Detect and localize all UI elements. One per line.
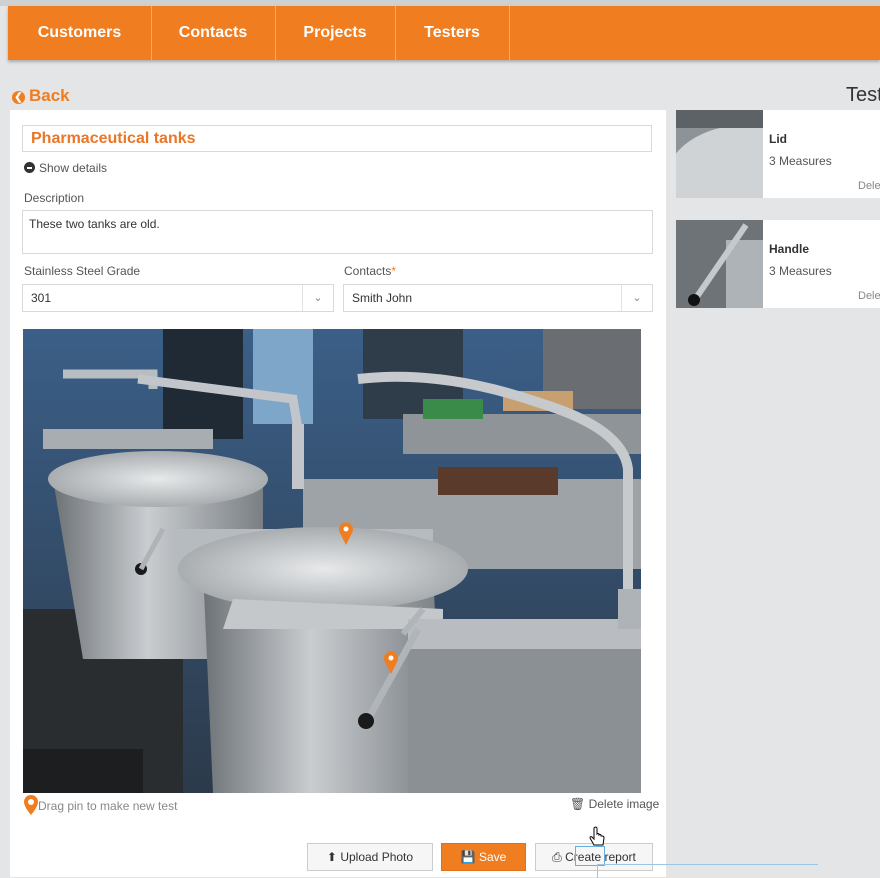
hand-cursor-icon bbox=[588, 826, 608, 855]
lid-thumbnail-image bbox=[676, 110, 763, 198]
collapse-circle-icon bbox=[24, 162, 35, 173]
save-label: Save bbox=[478, 850, 507, 864]
grade-select[interactable]: 301 ⌄ bbox=[22, 284, 334, 312]
map-pin-icon[interactable] bbox=[24, 795, 38, 815]
test-thumbnail bbox=[676, 220, 763, 308]
upload-photo-button[interactable]: ⬆ Upload Photo bbox=[307, 843, 433, 871]
chevron-down-icon: ⌄ bbox=[302, 285, 333, 311]
upload-icon: ⬆ bbox=[326, 850, 337, 864]
printer-icon: ⎙ bbox=[552, 850, 562, 864]
tests-panel-title: Test bbox=[846, 84, 880, 106]
grade-select-value: 301 bbox=[31, 291, 52, 305]
contacts-select-value: Smith John bbox=[352, 291, 413, 305]
drag-pin-hint: Drag pin to make new test bbox=[24, 795, 177, 815]
floppy-disk-icon: 💾 bbox=[460, 850, 476, 864]
nav-tab-contacts[interactable]: Contacts bbox=[151, 6, 276, 60]
test-card-handle[interactable]: Handle 3 Measures Dele bbox=[676, 220, 880, 308]
back-arrow-icon: ❮ bbox=[12, 91, 25, 104]
contacts-label-text: Contacts bbox=[344, 264, 392, 278]
back-label: Back bbox=[29, 86, 70, 105]
back-link[interactable]: ❮ Back bbox=[12, 86, 70, 106]
test-name: Lid bbox=[769, 132, 787, 146]
grade-label: Stainless Steel Grade bbox=[24, 264, 141, 278]
top-navbar: Customers Contacts Projects Testers bbox=[8, 6, 880, 60]
contacts-label: Contacts* bbox=[344, 264, 396, 278]
test-name: Handle bbox=[769, 242, 810, 256]
test-delete-link[interactable]: Dele bbox=[858, 180, 880, 192]
test-card-lid[interactable]: Lid 3 Measures Dele bbox=[676, 110, 880, 198]
chevron-down-icon: ⌄ bbox=[621, 285, 652, 311]
tooltip-connector bbox=[597, 864, 818, 878]
contacts-select[interactable]: Smith John ⌄ bbox=[343, 284, 653, 312]
nav-tab-customers[interactable]: Customers bbox=[8, 6, 152, 60]
handle-thumbnail-image bbox=[676, 220, 763, 308]
nav-tab-testers[interactable]: Testers bbox=[395, 6, 510, 60]
show-details-label: Show details bbox=[39, 161, 108, 175]
test-delete-link[interactable]: Dele bbox=[858, 290, 880, 302]
project-title-input[interactable]: Pharmaceutical tanks bbox=[22, 125, 652, 152]
kitchen-tanks-image bbox=[23, 329, 641, 793]
test-measures: 3 Measures bbox=[769, 154, 832, 168]
show-details-toggle[interactable]: Show details bbox=[24, 161, 107, 175]
test-measures: 3 Measures bbox=[769, 264, 832, 278]
test-thumbnail bbox=[676, 110, 763, 198]
description-label: Description bbox=[24, 191, 85, 205]
required-marker: * bbox=[391, 264, 397, 278]
drag-pin-label: Drag pin to make new test bbox=[38, 799, 178, 813]
delete-image-label: Delete image bbox=[588, 797, 660, 811]
trash-icon: 🗑 bbox=[570, 797, 586, 811]
nav-tab-projects[interactable]: Projects bbox=[275, 6, 396, 60]
description-textarea[interactable]: These two tanks are old. bbox=[22, 210, 653, 254]
upload-photo-label: Upload Photo bbox=[340, 850, 414, 864]
save-button[interactable]: 💾 Save bbox=[441, 843, 526, 871]
delete-image-link[interactable]: 🗑 Delete image bbox=[570, 797, 659, 811]
project-photo[interactable] bbox=[23, 329, 641, 793]
